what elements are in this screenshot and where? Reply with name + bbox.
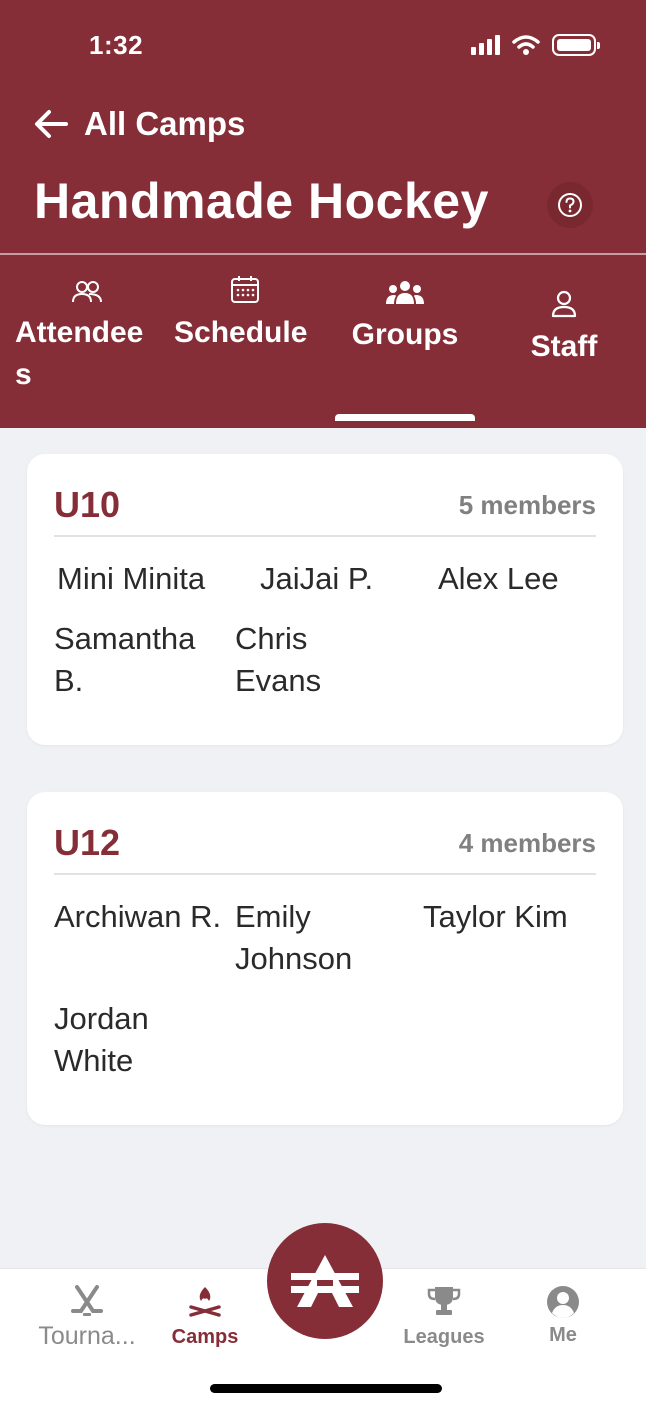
member-name: Archiwan R. [54, 899, 222, 934]
back-label: All Camps [84, 105, 246, 142]
tab-groups[interactable]: Groups [340, 280, 470, 356]
people-filled-icon [386, 281, 424, 304]
back-button[interactable]: All Camps [34, 105, 245, 143]
nav-me-label: Me [549, 1324, 577, 1346]
card-divider [54, 873, 596, 875]
tab-groups-label: Groups [351, 318, 459, 351]
group-card-u10[interactable]: U10 5 members Mini Minita JaiJai P. Alex… [27, 454, 623, 745]
help-button[interactable] [547, 182, 593, 228]
arrow-left-icon [35, 110, 68, 138]
calendar-icon [231, 276, 259, 303]
group-name: U12 [54, 822, 121, 863]
tab-attendees[interactable]: Attendees [15, 280, 151, 396]
question-circle-icon [558, 193, 582, 217]
member-name: Chris Evans [235, 621, 322, 698]
group-name: U10 [54, 484, 121, 525]
campfire-icon [189, 1287, 221, 1317]
header-divider [0, 253, 646, 255]
member-name: JaiJai P. [260, 561, 374, 596]
status-icons [471, 34, 600, 56]
status-bar: 1:32 [0, 0, 646, 95]
battery-icon [552, 34, 600, 56]
nav-camps-label: Camps [171, 1326, 239, 1348]
card-divider [54, 535, 596, 537]
nav-tournaments-label: Tourna... [38, 1322, 136, 1350]
member-name: Alex Lee [438, 561, 559, 596]
people-outline-icon [72, 281, 102, 303]
tab-attendees-label: Attendees [15, 316, 144, 391]
tab-schedule-label: Schedule [174, 316, 308, 349]
nav-tournaments[interactable]: Tourna... [30, 1285, 144, 1351]
tab-staff-label: Staff [530, 330, 598, 363]
nav-me[interactable]: Me [530, 1285, 596, 1347]
member-name: Mini Minita [57, 561, 206, 596]
tab-staff[interactable]: Staff [516, 280, 612, 368]
nav-leagues-label: Leagues [403, 1326, 485, 1348]
group-card-u12[interactable]: U12 4 members Archiwan R. Emily Johnson … [27, 792, 623, 1125]
member-name: Samantha B. [54, 621, 196, 698]
app-header: 1:32 All Camps Handmade Hockey Attendees… [0, 0, 646, 428]
nav-camps[interactable]: Camps [162, 1285, 248, 1349]
app-logo-icon [291, 1255, 359, 1307]
member-name: Taylor Kim [423, 899, 568, 934]
status-time: 1:32 [89, 30, 144, 60]
group-member-count: 5 members [458, 490, 596, 520]
app-logo-button[interactable] [267, 1223, 383, 1339]
group-member-count: 4 members [458, 828, 596, 858]
user-circle-icon [547, 1286, 579, 1318]
hockey-sticks-icon [71, 1285, 103, 1316]
active-tab-indicator [335, 414, 475, 421]
cellular-signal-icon [471, 35, 500, 55]
member-name: Emily Johnson [235, 899, 353, 976]
home-indicator [210, 1384, 442, 1393]
wifi-icon [512, 35, 540, 55]
member-name: Jordan White [54, 1001, 149, 1078]
tab-schedule[interactable]: Schedule [174, 276, 308, 354]
person-outline-icon [551, 290, 577, 318]
page-title: Handmade Hockey [34, 173, 489, 229]
trophy-icon [427, 1287, 461, 1315]
nav-leagues[interactable]: Leagues [398, 1285, 490, 1349]
